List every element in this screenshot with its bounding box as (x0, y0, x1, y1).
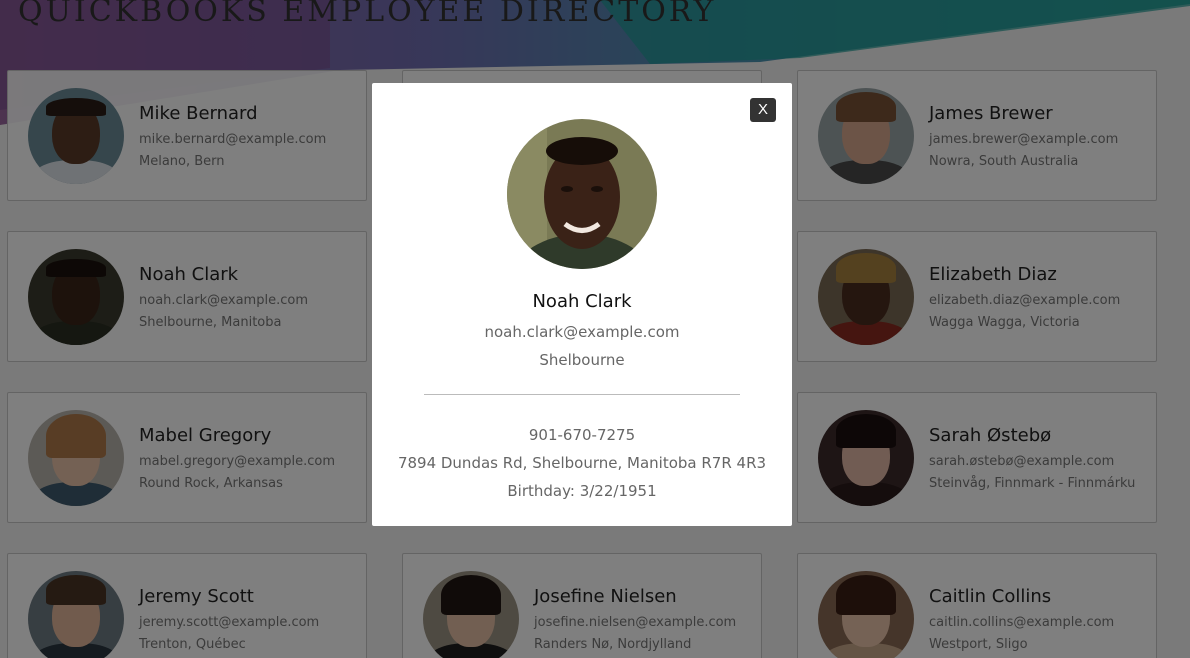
modal-divider (424, 394, 740, 395)
modal-address: 7894 Dundas Rd, Shelbourne, Manitoba R7R… (397, 454, 767, 472)
modal-email: noah.clark@example.com (484, 323, 680, 341)
modal-city: Shelbourne (539, 351, 625, 369)
modal-avatar (507, 119, 657, 269)
modal-phone: 901-670-7275 (528, 426, 636, 444)
modal-name: Noah Clark (532, 291, 632, 312)
modal-birthday: Birthday: 3/22/1951 (507, 482, 657, 500)
close-button[interactable]: X (750, 98, 776, 122)
employee-modal: X Noah Clark noah.clark@example.com Shel… (372, 83, 792, 526)
portrait-image (507, 119, 657, 269)
